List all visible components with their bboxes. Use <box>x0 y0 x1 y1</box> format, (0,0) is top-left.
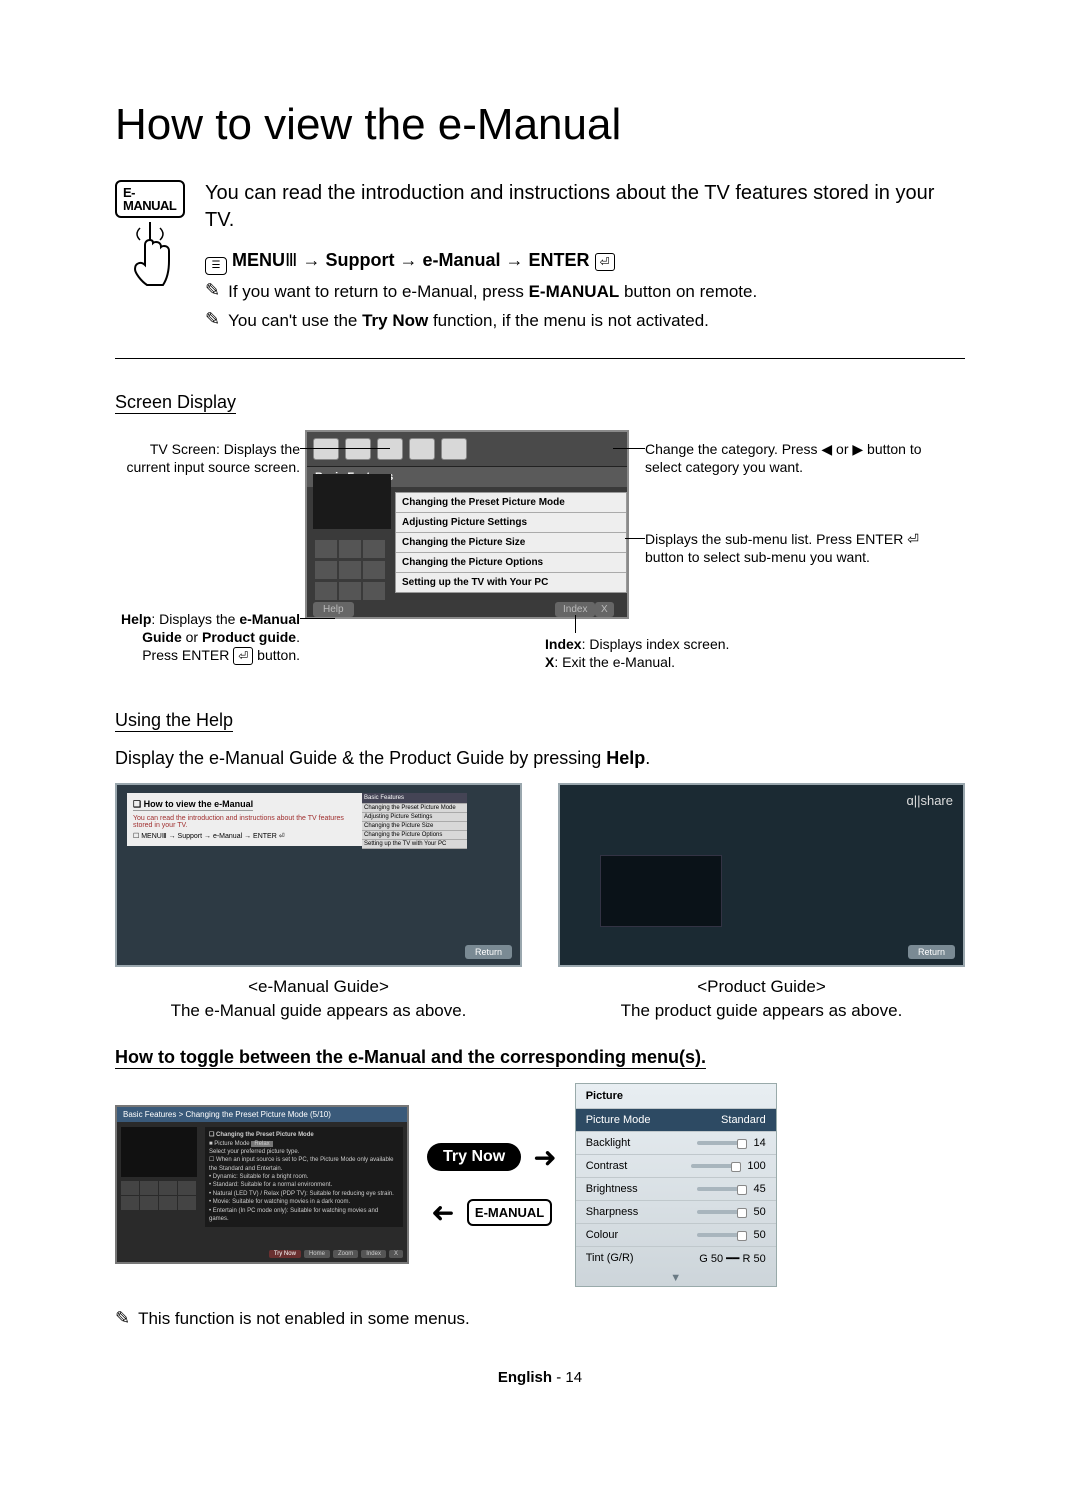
emanual-badge: E-MANUAL <box>467 1199 552 1226</box>
tv-thumb-grid <box>313 538 395 604</box>
arrow-right-icon: ➜ <box>533 1141 556 1174</box>
allshare-logo: ɑ||share <box>906 793 953 808</box>
note-icon: ✎ <box>205 310 220 328</box>
product-guide-mock: ɑ||share Return <box>558 783 965 967</box>
picture-menu-mock: Picture Picture ModeStandardBacklight14C… <box>575 1083 777 1287</box>
hand-press-icon <box>125 220 175 290</box>
footnote: ✎ This function is not enabled in some m… <box>115 1309 965 1329</box>
category-icon-strip <box>307 432 627 467</box>
emanual-remote-illustration: E-MANUAL <box>115 180 185 333</box>
return-button: Return <box>908 945 955 959</box>
path-support: Support <box>325 250 394 270</box>
emanual-badge: E-MANUAL <box>115 180 185 218</box>
note-icon: ✎ <box>205 281 220 299</box>
note-1: ✎ If you want to return to e-Manual, pre… <box>205 281 965 304</box>
picture-menu-row: Backlight14 <box>576 1131 776 1154</box>
help-button-mock: Help <box>313 602 354 617</box>
picture-menu-row: Sharpness50 <box>576 1200 776 1223</box>
picture-menu-row: Colour50 <box>576 1223 776 1246</box>
menu-label: MENU <box>232 250 285 270</box>
submenu-item: Setting up the TV with Your PC <box>396 573 626 592</box>
path-emanual: e-Manual <box>423 250 501 270</box>
product-guide-desc: The product guide appears as above. <box>558 1001 965 1021</box>
picture-menu-row: Brightness45 <box>576 1177 776 1200</box>
submenu-item: Changing the Preset Picture Mode <box>396 493 626 513</box>
menu-remote-icon: ☰ <box>205 257 227 275</box>
emanual-guide-title: <e-Manual Guide> <box>115 977 522 997</box>
enter-icon: ⏎ <box>595 253 615 271</box>
callout-submenu: Displays the sub-menu list. Press ENTER … <box>645 530 945 566</box>
using-help-desc: Display the e-Manual Guide & the Product… <box>115 748 965 769</box>
tv-preview-thumb <box>313 474 391 529</box>
page-title: How to view the e-Manual <box>115 100 965 150</box>
callout-change-category: Change the category. Press ◀ or ▶ button… <box>645 440 945 476</box>
toggle-arrows: Try Now ➜ ➜ E-MANUAL <box>427 1141 557 1229</box>
arrow-left-icon: ➜ <box>431 1196 454 1229</box>
emanual-page-mock: Basic Features > Changing the Preset Pic… <box>115 1105 409 1264</box>
submenu-list-mock: Changing the Preset Picture ModeAdjustin… <box>395 492 627 593</box>
x-button-mock: X <box>595 602 614 617</box>
page-number: English - 14 <box>115 1369 965 1386</box>
screen-display-heading: Screen Display <box>115 392 236 414</box>
path-enter: ENTER <box>529 250 590 270</box>
intro-block: E-MANUAL You can read the introduction a… <box>115 180 965 359</box>
picture-menu-row: Tint (G/R)G 50 ━━ R 50 <box>576 1246 776 1270</box>
callout-tv-screen: TV Screen: Displays the current input so… <box>115 440 300 476</box>
screen-display-diagram: Basic Features Changing the Preset Pictu… <box>115 430 965 690</box>
submenu-item: Adjusting Picture Settings <box>396 513 626 533</box>
submenu-item: Changing the Picture Options <box>396 553 626 573</box>
enter-icon: ⏎ <box>233 647 253 665</box>
using-help-heading: Using the Help <box>115 710 233 732</box>
note-2: ✎ You can't use the Try Now function, if… <box>205 310 965 333</box>
callout-index-x: Index: Displays index screen. X: Exit th… <box>545 635 845 671</box>
try-now-badge: Try Now <box>427 1143 521 1171</box>
toggle-heading: How to toggle between the e-Manual and t… <box>115 1047 706 1069</box>
emanual-guide-desc: The e-Manual guide appears as above. <box>115 1001 522 1021</box>
intro-text: You can read the introduction and instru… <box>205 180 965 234</box>
return-button: Return <box>465 945 512 959</box>
callout-help: Help: Displays the e-Manual Guide or Pro… <box>115 610 300 665</box>
picture-menu-row: Contrast100 <box>576 1154 776 1177</box>
picture-menu-row: Picture ModeStandard <box>576 1108 776 1131</box>
note-icon: ✎ <box>115 1309 130 1329</box>
submenu-item: Changing the Picture Size <box>396 533 626 553</box>
menu-path: ☰ MENUⅢ → Support → e-Manual → ENTER ⏎ <box>205 248 965 275</box>
product-guide-image <box>600 855 722 927</box>
emanual-guide-mock: ❏ How to view the e-Manual You can read … <box>115 783 522 967</box>
product-guide-title: <Product Guide> <box>558 977 965 997</box>
